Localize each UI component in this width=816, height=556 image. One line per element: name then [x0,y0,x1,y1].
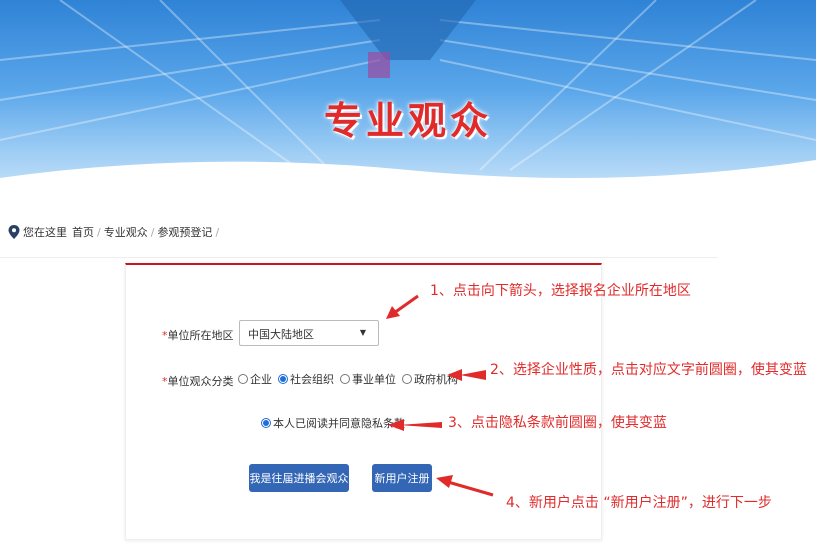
arrow-1 [393,294,419,315]
instruction-arrows [386,294,494,497]
arrow-4 [447,480,494,497]
annotation-step-1: 1、点击向下箭头，选择报名企业所在地区 [430,283,691,299]
arrow-3 [398,422,442,428]
annotation-step-3: 3、点击隐私条款前圆圈，使其变蓝 [448,415,667,431]
arrow-2 [460,370,486,380]
annotation-step-2: 2、选择企业性质，点击对应文字前圆圈，使其变蓝 [490,362,807,378]
annotation-step-4: 4、新用户点击 “新用户注册”，进行下一步 [506,495,772,511]
